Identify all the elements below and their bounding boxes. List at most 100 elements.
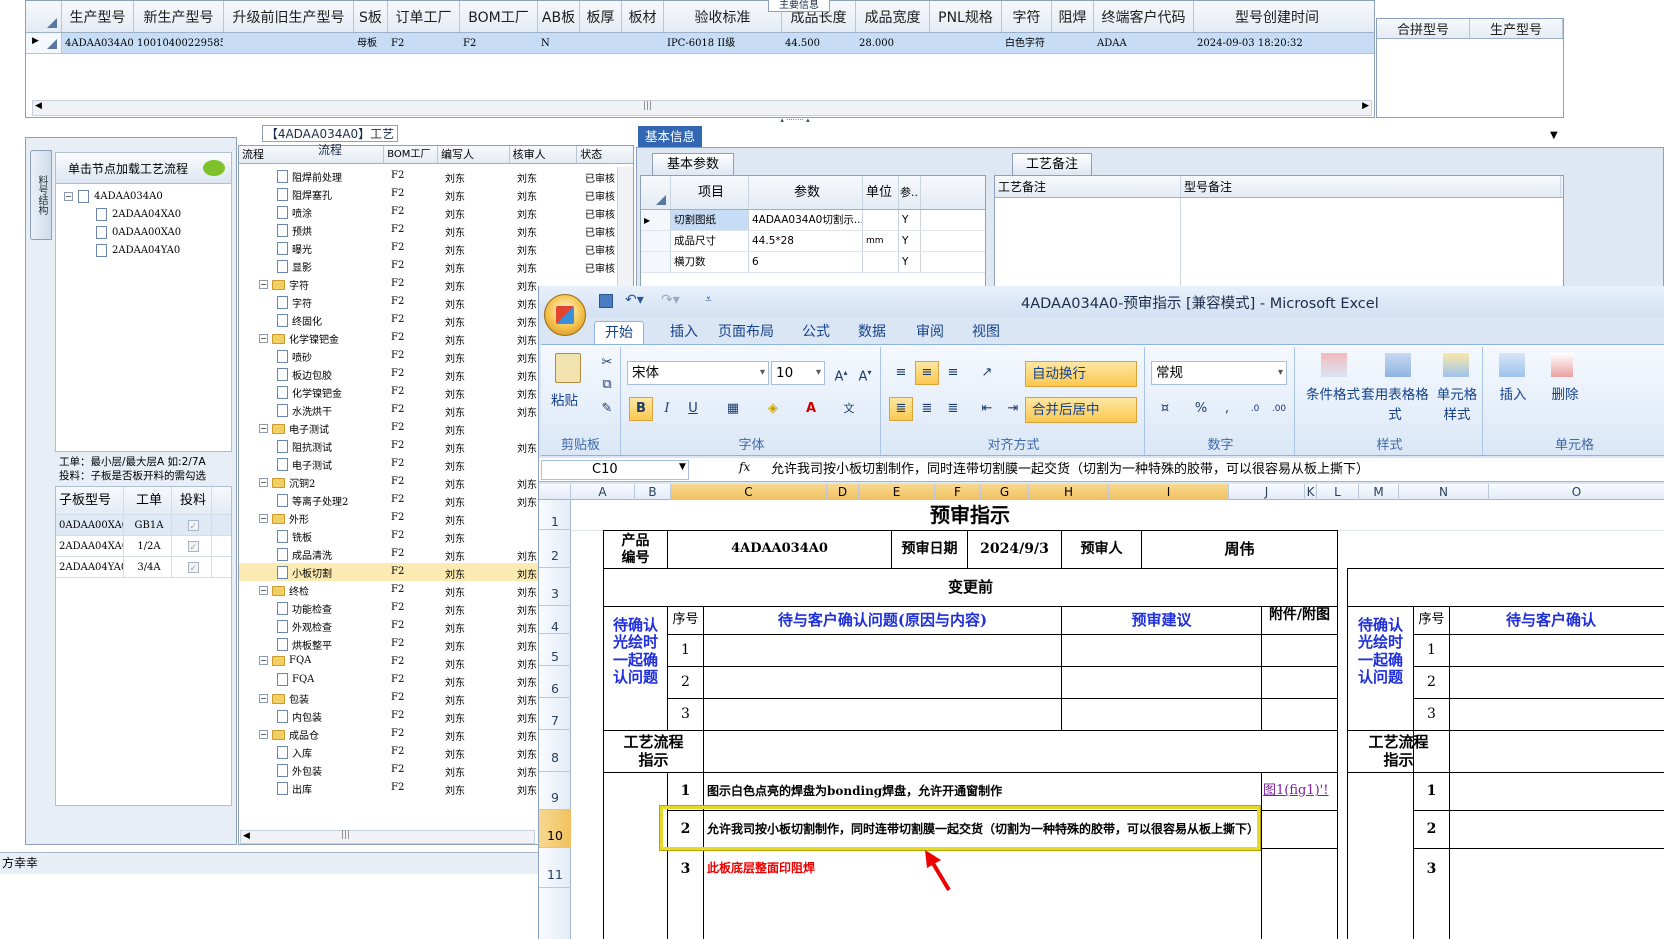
cell[interactable]: 0ADAA00XA0 [56, 515, 124, 535]
column-header[interactable]: M [1359, 484, 1399, 500]
grip-icon[interactable]: ||| [643, 101, 652, 111]
collapse-icon[interactable]: − [259, 424, 268, 433]
col-header[interactable]: 编写人 [438, 146, 510, 163]
tab-insert[interactable]: 插入 [660, 321, 708, 345]
font-color-icon[interactable]: A [799, 397, 823, 421]
bold-icon[interactable]: B [629, 397, 653, 421]
cell-review-date[interactable]: 2024/9/3 [968, 531, 1061, 568]
comma-icon[interactable]: , [1215, 397, 1239, 421]
cell[interactable] [863, 210, 899, 230]
insert-function-icon[interactable]: fx [739, 460, 750, 474]
cell[interactable] [930, 33, 1002, 53]
cell[interactable] [1052, 33, 1094, 53]
cell[interactable]: 44.500 [782, 33, 856, 53]
table-row[interactable]: ▶ 切割图纸 4ADAA034A0切割示... Y [641, 210, 985, 231]
align-right-icon[interactable]: ≣ [941, 397, 965, 421]
col-header[interactable]: PNL规格 [930, 1, 1002, 32]
process-step-row[interactable]: 预烘 F2 刘东 刘东 已审核 [239, 221, 635, 239]
table-row[interactable]: ▶ 4ADAA034A0 10010400229585 母板 F2 F2 N I… [26, 33, 1374, 54]
copy-icon[interactable]: ⧉ [595, 373, 619, 397]
column-header[interactable]: I [1109, 484, 1229, 500]
grip-icon[interactable]: ||| [341, 830, 350, 840]
cell[interactable]: 切割图纸 [671, 210, 749, 230]
paste-icon[interactable] [555, 353, 581, 383]
cell[interactable]: N [538, 33, 580, 53]
cell-process-label[interactable]: 工艺流程指示 [1348, 731, 1449, 772]
table-row[interactable]: 2ADAA04YA0 3/4A [56, 557, 231, 578]
cell[interactable]: 2024-09-03 18:20:32 [1194, 33, 1360, 53]
col-header[interactable]: 参.. [899, 176, 921, 209]
checkbox[interactable] [187, 538, 199, 556]
tab-home[interactable]: 开始 [594, 321, 644, 345]
col-header[interactable]: 投料 [172, 487, 212, 514]
tree-node[interactable]: 2ADAA04XA0 [96, 208, 181, 221]
cell-pending-label[interactable]: 待确认光绘时一起确认问题 [604, 607, 667, 730]
increase-indent-icon[interactable]: ⇥ [1001, 397, 1025, 421]
decrease-decimal-icon[interactable]: .00 [1267, 397, 1291, 421]
col-header[interactable]: 成品宽度 [856, 1, 930, 32]
table-row[interactable]: 0ADAA00XA0 GB1A [56, 515, 231, 536]
cell[interactable] [580, 33, 622, 53]
cell-review-date-label[interactable]: 预审日期 [892, 531, 967, 568]
col-header[interactable]: 子板型号 [56, 487, 124, 514]
column-header[interactable]: L [1317, 484, 1359, 500]
cell[interactable] [224, 33, 354, 53]
row-header[interactable]: 2 [539, 530, 571, 568]
cell-seq[interactable]: 2 [668, 667, 703, 698]
align-middle-icon[interactable]: ≡ [915, 361, 939, 385]
col-header[interactable]: 新生产型号 [134, 1, 224, 32]
cell[interactable]: 44.5*28 [749, 231, 863, 251]
worksheet[interactable]: 预审指示 产品编号 4ADAA034A0 预审日期 2024/9/3 预审人 周… [571, 500, 1664, 939]
cell[interactable]: 2ADAA04XA0 [56, 536, 124, 556]
cell[interactable]: 10010400229585 [134, 33, 224, 53]
cell[interactable]: F2 [388, 33, 460, 53]
process-step-row[interactable]: 阻焊前处理 F2 刘东 刘东 已审核 [239, 167, 635, 185]
collapse-icon[interactable]: − [259, 586, 268, 595]
tab-view[interactable]: 视图 [962, 321, 1010, 345]
process-remark-field[interactable] [995, 198, 1181, 286]
cell[interactable]: 成品尺寸 [671, 231, 749, 251]
align-bottom-icon[interactable]: ≡ [941, 361, 965, 385]
tab-data[interactable]: 数据 [848, 321, 896, 345]
column-header[interactable]: N [1399, 484, 1489, 500]
col-header[interactable]: 流程 [239, 146, 385, 163]
formula-input[interactable]: 允许我司按小板切割制作，同时连带切割膜一起交货（切割为一种特殊的胶带，可以很容易… [771, 458, 1661, 482]
process-step-row[interactable]: 曝光 F2 刘东 刘东 已审核 [239, 239, 635, 257]
scroll-left-icon[interactable]: ◀ [243, 831, 250, 841]
col-header[interactable]: 单位 [863, 176, 899, 209]
shrink-font-icon[interactable]: A▾ [853, 361, 877, 385]
cell[interactable]: 横刀数 [671, 252, 749, 272]
cell-style-icon[interactable] [1443, 353, 1469, 377]
undo-icon[interactable]: ↶▾ [625, 292, 644, 308]
column-header[interactable]: H [1029, 484, 1109, 500]
row-header[interactable]: 11 [539, 848, 571, 888]
percent-icon[interactable]: % [1189, 397, 1213, 421]
cell[interactable]: 6 [749, 252, 863, 272]
redo-icon[interactable]: ↷▾ [661, 292, 680, 308]
collapse-icon[interactable]: − [259, 656, 268, 665]
increase-decimal-icon[interactable]: .0 [1243, 397, 1267, 421]
cell-before-change[interactable]: 变更前 [604, 569, 1337, 606]
underline-icon[interactable]: U [681, 397, 705, 421]
cell-product-no[interactable]: 4ADAA034A0 [668, 531, 891, 568]
cell-seq[interactable]: 2 [1414, 811, 1449, 848]
column-header[interactable]: A [571, 484, 635, 500]
col-header[interactable]: 参数 [749, 176, 863, 209]
number-format-combo[interactable]: 常规 [1151, 361, 1287, 385]
process-step-row[interactable]: 显影 F2 刘东 刘东 已审核 [239, 257, 635, 275]
decrease-indent-icon[interactable]: ⇤ [975, 397, 999, 421]
process-step-row[interactable]: 喷涂 F2 刘东 刘东 已审核 [239, 203, 635, 221]
customize-toolbar-icon[interactable]: ⩡ [705, 292, 712, 307]
col-header[interactable]: 阻焊 [1052, 1, 1094, 32]
col-header[interactable]: S板 [354, 1, 388, 32]
collapse-icon[interactable]: − [259, 280, 268, 289]
cell[interactable]: mm [863, 231, 899, 251]
sheet-title[interactable]: 预审指示 [603, 500, 1337, 530]
name-box[interactable]: C10 [541, 460, 689, 480]
cell-style-button[interactable]: 单元格样式 [1431, 383, 1483, 423]
currency-icon[interactable]: ¤ [1153, 397, 1177, 421]
cell[interactable]: Y [899, 210, 921, 230]
column-header[interactable]: C [671, 484, 827, 500]
cell[interactable]: 4ADAA034A0 [62, 33, 134, 53]
row-header[interactable]: 10 [539, 810, 571, 848]
